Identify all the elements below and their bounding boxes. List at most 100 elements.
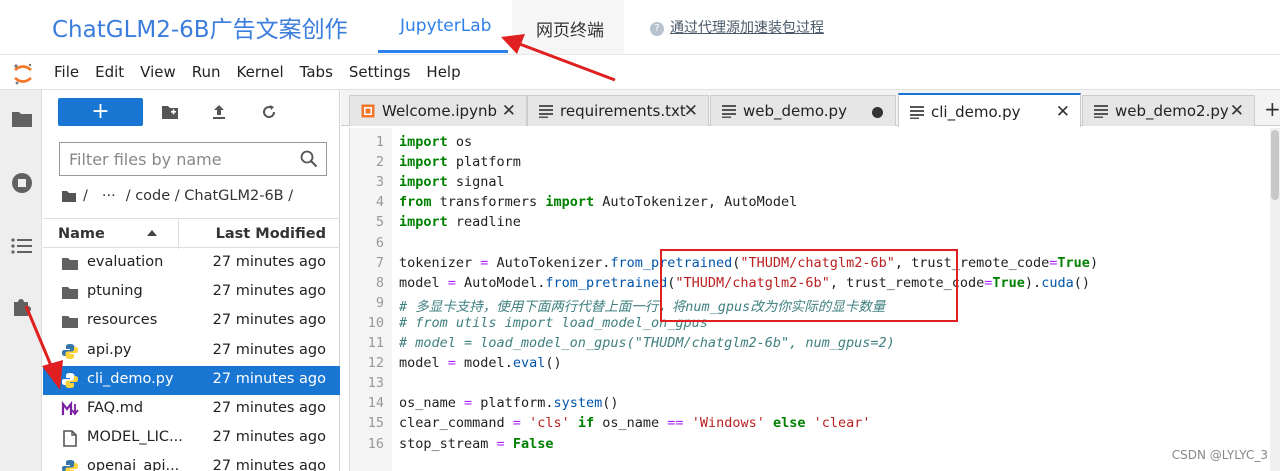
running-icon[interactable] xyxy=(11,172,33,194)
new-launcher-button[interactable]: + xyxy=(58,98,143,126)
scrollbar-thumb[interactable] xyxy=(1271,130,1279,200)
markdown-icon xyxy=(61,400,79,416)
annotation-highlight-box xyxy=(660,249,958,322)
line-number: 16 xyxy=(367,435,384,452)
editor-tab-welcome[interactable]: Welcome.ipynb ✕ xyxy=(349,95,527,126)
close-icon[interactable]: ✕ xyxy=(684,101,698,121)
editor-tab-cli-demo[interactable]: cli_demo.py ✕ xyxy=(898,93,1081,127)
proxy-link-label: 通过代理源加速装包过程 xyxy=(670,20,824,36)
menu-run[interactable]: Run xyxy=(192,63,221,81)
breadcrumb-path[interactable]: / code / ChatGLM2-6B / xyxy=(126,188,293,204)
editor-tab-label: cli_demo.py xyxy=(931,103,1021,121)
breadcrumb-root[interactable]: / xyxy=(83,188,88,204)
code-text: import readline xyxy=(399,214,521,231)
close-icon[interactable]: ✕ xyxy=(502,101,516,121)
menu-help[interactable]: Help xyxy=(426,63,460,81)
code-text: stop_stream = False xyxy=(399,435,554,452)
close-icon[interactable]: ✕ xyxy=(1230,101,1244,121)
toc-icon[interactable] xyxy=(11,237,33,255)
tab-jupyterlab-label: JupyterLab xyxy=(400,16,492,36)
code-text: os_name = platform.system() xyxy=(399,395,619,412)
file-row-evaluation[interactable]: evaluation 27 minutes ago xyxy=(43,249,340,278)
file-icon xyxy=(63,430,77,447)
column-last-modified[interactable]: Last Modified xyxy=(216,226,326,242)
menu-edit[interactable]: Edit xyxy=(95,63,124,81)
code-text: # model = load_model_on_gpus("THUDM/chat… xyxy=(399,335,895,351)
breadcrumb: / ··· / code / ChatGLM2-6B / xyxy=(61,188,299,204)
file-filter-placeholder: Filter files by name xyxy=(69,150,222,169)
sort-ascending-icon[interactable] xyxy=(147,230,157,236)
file-filter-input[interactable]: Filter files by name xyxy=(59,142,327,176)
code-line[interactable]: 3 import signal xyxy=(350,172,1270,192)
file-list-header: Name Last Modified xyxy=(43,218,340,249)
menu-tabs[interactable]: Tabs xyxy=(300,63,333,81)
menu-file[interactable]: File xyxy=(54,63,79,81)
line-number: 5 xyxy=(375,214,384,231)
file-row-ptuning[interactable]: ptuning 27 minutes ago xyxy=(43,278,340,307)
editor-tab-label: requirements.txt xyxy=(560,102,686,120)
file-name: openai_api... xyxy=(87,458,180,471)
line-number: 8 xyxy=(375,274,384,291)
refresh-icon[interactable] xyxy=(261,104,277,120)
code-line[interactable]: 5 import readline xyxy=(350,212,1270,232)
editor-tab-web-demo2[interactable]: web_demo2.py ✕ xyxy=(1082,95,1255,126)
line-number: 4 xyxy=(375,194,384,211)
line-number: 1 xyxy=(375,134,384,150)
file-row-api-py[interactable]: api.py 27 minutes ago xyxy=(43,337,340,366)
menu-settings[interactable]: Settings xyxy=(349,63,411,81)
editor-tab-label: web_demo.py xyxy=(743,102,847,120)
app-title: ChatGLM2-6B广告文案创作 xyxy=(52,17,348,43)
file-name: evaluation xyxy=(87,254,164,270)
text-file-icon xyxy=(722,105,736,118)
file-row-faq-md[interactable]: FAQ.md 27 minutes ago xyxy=(43,395,340,424)
editor-tab-web-demo[interactable]: web_demo.py xyxy=(710,95,896,126)
code-line[interactable]: 1 import os xyxy=(350,132,1270,152)
code-line[interactable]: 11 # model = load_model_on_gpus("THUDM/ch… xyxy=(350,333,1270,353)
editor-tab-requirements[interactable]: requirements.txt ✕ xyxy=(527,95,709,126)
file-modified: 27 minutes ago xyxy=(212,283,326,300)
annotation-arrow-top xyxy=(501,34,616,82)
code-line[interactable]: 12 model = model.eval() xyxy=(350,353,1270,373)
file-row-cli-demo-py[interactable]: cli_demo.py 27 minutes ago xyxy=(43,365,340,395)
file-name: resources xyxy=(87,312,158,329)
editor-scrollbar[interactable] xyxy=(1270,128,1280,471)
file-row-model-license[interactable]: MODEL_LIC... 27 minutes ago xyxy=(43,424,340,453)
breadcrumb-ellipsis[interactable]: ··· xyxy=(102,188,116,204)
tab-jupyterlab[interactable]: JupyterLab xyxy=(378,0,508,54)
code-line[interactable]: 13 xyxy=(350,373,1270,393)
proxy-link[interactable]: ? 通过代理源加速装包过程 xyxy=(650,17,824,37)
file-name: api.py xyxy=(87,341,132,358)
code-line[interactable]: 15 clear_command = 'cls' if os_name == 'W… xyxy=(350,413,1270,433)
upload-icon[interactable] xyxy=(211,104,227,120)
code-text: import platform xyxy=(399,154,521,171)
code-line[interactable]: 16 stop_stream = False xyxy=(350,434,1270,454)
code-text: import os xyxy=(399,134,473,150)
code-line[interactable]: 14 os_name = platform.system() xyxy=(350,393,1270,413)
code-line[interactable]: 2 import platform xyxy=(350,152,1270,172)
file-row-resources[interactable]: resources 27 minutes ago xyxy=(43,307,340,336)
help-icon: ? xyxy=(650,22,664,36)
file-modified: 27 minutes ago xyxy=(212,341,326,358)
folder-icon[interactable] xyxy=(11,110,33,128)
line-number: 9 xyxy=(375,294,384,311)
annotation-arrow-left xyxy=(24,305,63,390)
text-file-icon xyxy=(539,105,553,118)
csdn-watermark: CSDN @LYLYC_3 xyxy=(1171,448,1268,462)
unsaved-dot-icon[interactable] xyxy=(872,107,883,118)
folder-icon xyxy=(62,287,78,300)
column-name[interactable]: Name xyxy=(58,226,105,242)
close-icon[interactable]: ✕ xyxy=(1056,102,1070,122)
new-folder-icon[interactable] xyxy=(161,104,179,120)
menu-view[interactable]: View xyxy=(140,63,176,81)
file-modified: 27 minutes ago xyxy=(212,429,326,446)
menu-kernel[interactable]: Kernel xyxy=(237,63,284,81)
code-text: clear_command = 'cls' if os_name == 'Win… xyxy=(399,415,871,432)
file-row-openai-api[interactable]: openai_api... 27 minutes ago xyxy=(43,453,340,471)
code-line[interactable]: 4 from transformers import AutoTokenizer,… xyxy=(350,192,1270,212)
add-tab-button[interactable]: + xyxy=(1264,97,1280,121)
line-number: 13 xyxy=(367,375,384,392)
menu-bar: File Edit View Run Kernel Tabs Settings … xyxy=(0,54,1280,90)
line-number: 2 xyxy=(375,154,384,171)
breadcrumb-home-folder-icon[interactable] xyxy=(61,190,77,203)
line-number: 7 xyxy=(375,254,384,271)
